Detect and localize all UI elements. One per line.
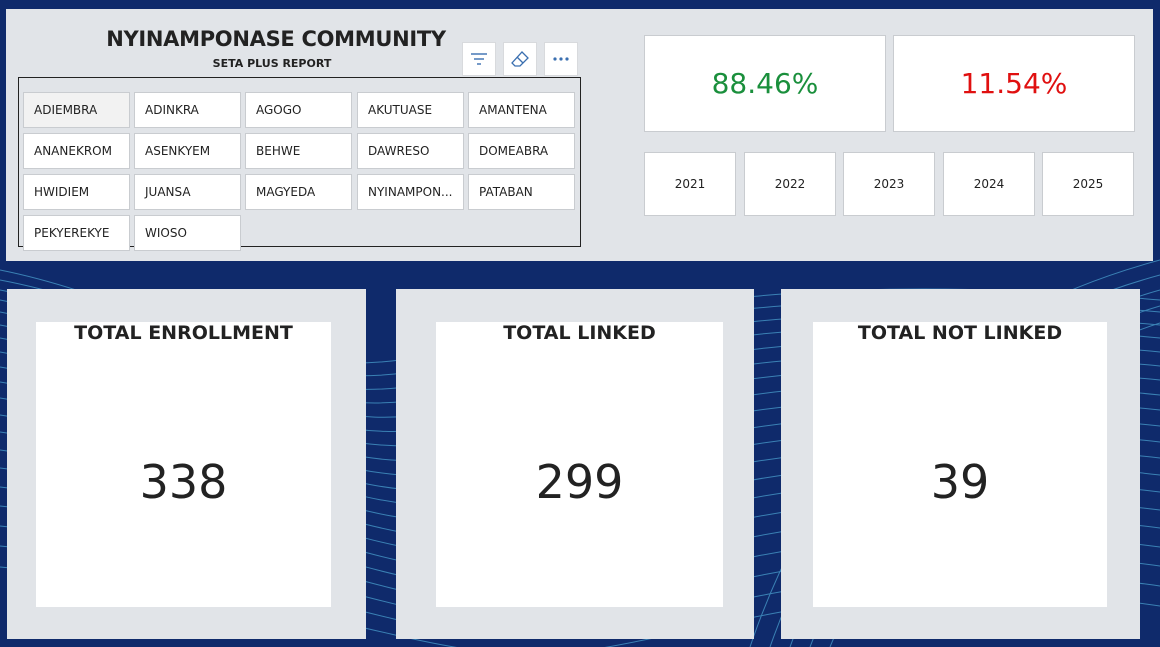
year-slicer-2024[interactable]: 2024 <box>943 152 1035 216</box>
year-slicer-2023[interactable]: 2023 <box>843 152 935 216</box>
year-slicer-2025[interactable]: 2025 <box>1042 152 1134 216</box>
total-not-linked-value: 39 <box>930 455 990 509</box>
slicer-item[interactable]: ANANEKROM <box>23 133 130 169</box>
slicer-item[interactable]: AMANTENA <box>468 92 575 128</box>
page-subtitle: SETA PLUS REPORT <box>212 57 332 70</box>
total-not-linked-label: TOTAL NOT LINKED <box>857 322 1063 344</box>
slicer-item[interactable]: ASENKYEM <box>134 133 241 169</box>
total-enrollment-card: TOTAL ENROLLMENT 338 <box>36 322 331 607</box>
eraser-icon <box>511 51 529 67</box>
slicer-item[interactable]: HWIDIEM <box>23 174 130 210</box>
community-slicer: ADIEMBRA ADINKRA AGOGO AKUTUASE AMANTENA… <box>18 77 581 251</box>
slicer-item[interactable]: WIOSO <box>134 215 241 251</box>
more-options-icon <box>553 57 569 61</box>
total-enrollment-label: TOTAL ENROLLMENT <box>74 322 293 344</box>
not-linked-percentage-card: 11.54% <box>893 35 1135 132</box>
slicer-item[interactable]: PEKYEREKYE <box>23 215 130 251</box>
slicer-item[interactable]: AKUTUASE <box>357 92 464 128</box>
page-title: NYINAMPONASE COMMUNITY <box>106 27 446 51</box>
total-linked-panel: TOTAL LINKED 299 <box>396 289 754 639</box>
total-linked-label: TOTAL LINKED <box>503 322 656 344</box>
linked-percentage-value: 88.46% <box>711 67 819 100</box>
total-linked-card: TOTAL LINKED 299 <box>436 322 723 607</box>
slicer-item[interactable]: PATABAN <box>468 174 575 210</box>
clear-selections-button[interactable] <box>503 42 537 76</box>
total-linked-value: 299 <box>535 455 624 509</box>
slicer-item[interactable]: MAGYEDA <box>245 174 352 210</box>
total-enrollment-panel: TOTAL ENROLLMENT 338 <box>7 289 366 639</box>
filter-button[interactable] <box>462 42 496 76</box>
slicer-item[interactable]: BEHWE <box>245 133 352 169</box>
more-options-button[interactable] <box>544 42 578 76</box>
slicer-item[interactable]: AGOGO <box>245 92 352 128</box>
year-slicer-2022[interactable]: 2022 <box>744 152 836 216</box>
slicer-item[interactable]: DOMEABRA <box>468 133 575 169</box>
slicer-item[interactable]: NYINAMPON... <box>357 174 464 210</box>
total-enrollment-value: 338 <box>139 455 228 509</box>
total-not-linked-card: TOTAL NOT LINKED 39 <box>813 322 1107 607</box>
slicer-item[interactable]: ADIEMBRA <box>23 92 130 128</box>
slicer-item[interactable]: ADINKRA <box>134 92 241 128</box>
header-panel: NYINAMPONASE COMMUNITY SETA PLUS REPORT <box>6 9 1153 261</box>
slicer-item[interactable]: DAWRESO <box>357 133 464 169</box>
not-linked-percentage-value: 11.54% <box>960 67 1068 100</box>
filter-icon <box>471 53 487 65</box>
slicer-item[interactable]: JUANSA <box>134 174 241 210</box>
linked-percentage-card: 88.46% <box>644 35 886 132</box>
total-not-linked-panel: TOTAL NOT LINKED 39 <box>781 289 1140 639</box>
year-slicer-2021[interactable]: 2021 <box>644 152 736 216</box>
